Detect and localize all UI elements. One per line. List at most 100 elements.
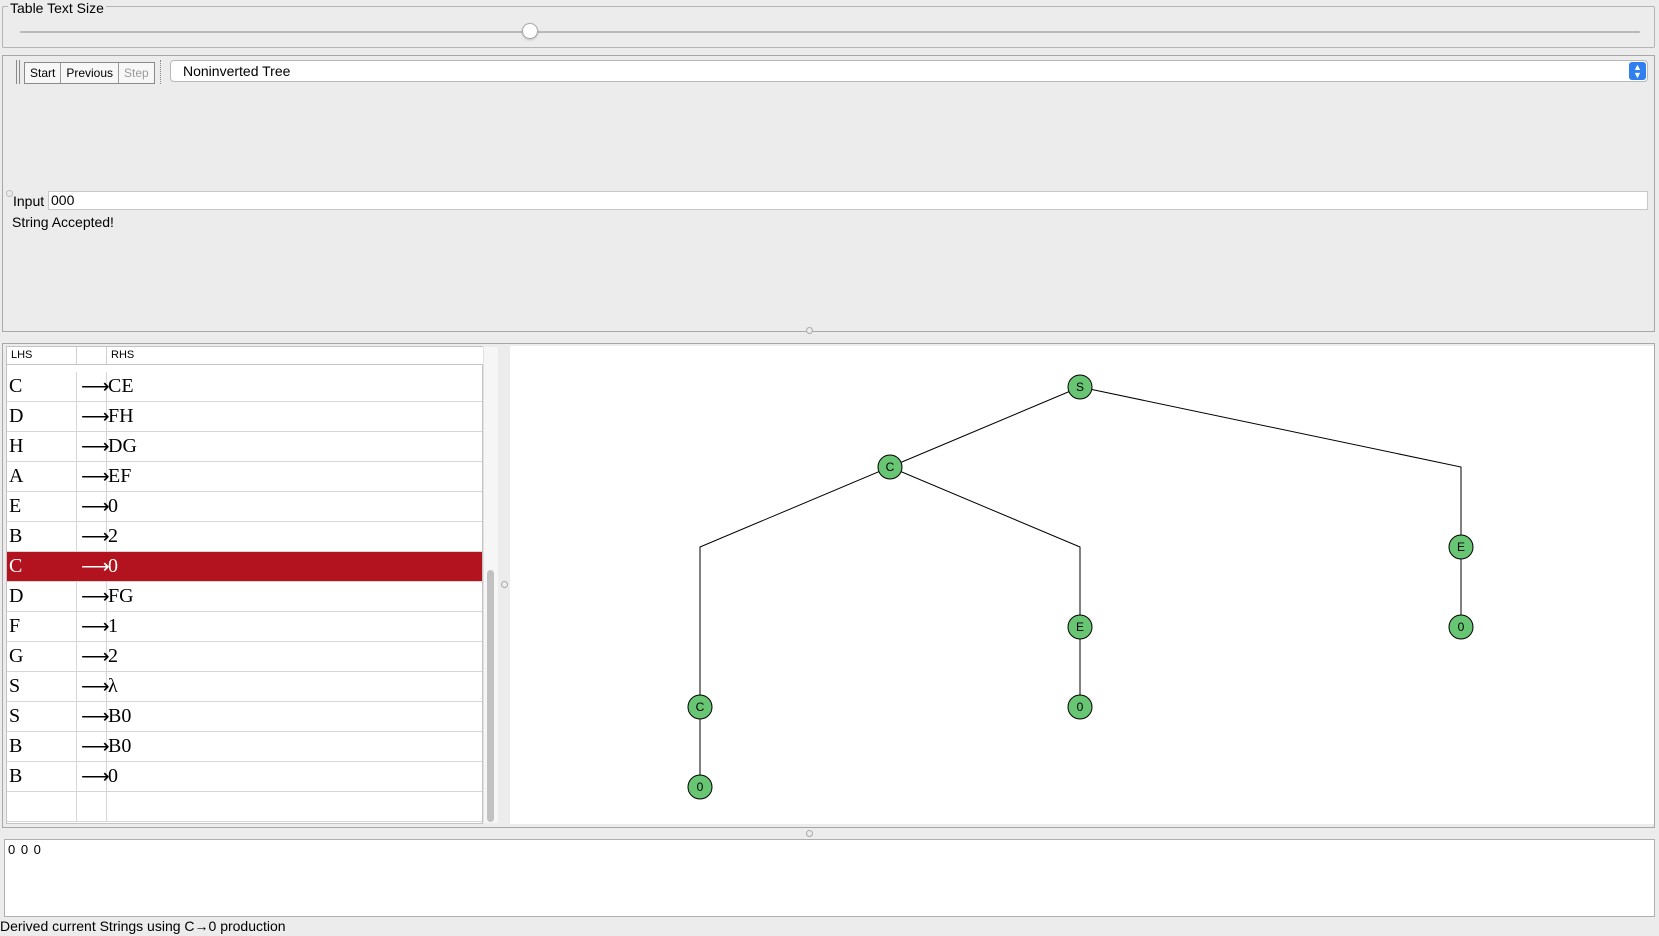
table-row[interactable] [7, 792, 482, 822]
arrow-icon: ⟶ [81, 766, 110, 788]
tree-edge [889, 466, 1081, 627]
start-button[interactable]: Start [25, 63, 62, 83]
arrow-icon: ⟶ [81, 376, 110, 398]
status-message: String Accepted! [12, 214, 114, 230]
cell-rhs[interactable]: 0 [108, 555, 118, 578]
input-label: Input [13, 193, 45, 209]
table-row[interactable]: H ⟶ DG [7, 432, 482, 462]
column-header-arrow[interactable] [77, 347, 107, 364]
cell-lhs[interactable]: D [9, 585, 23, 608]
cell-lhs[interactable]: S [9, 705, 20, 728]
derived-string: 0 0 0 [8, 842, 42, 857]
cell-rhs[interactable]: CE [108, 375, 134, 398]
derived-string-area: 0 0 0 [4, 839, 1655, 917]
arrow-icon: ⟶ [81, 466, 110, 488]
table-text-size-group [2, 6, 1655, 48]
arrow-icon: ⟶ [81, 586, 110, 608]
tree-edge [1079, 386, 1462, 547]
cell-lhs[interactable]: C [9, 555, 22, 578]
tree-node[interactable]: 0 [1067, 694, 1093, 720]
cell-rhs[interactable]: 2 [108, 645, 118, 668]
table-row[interactable]: F ⟶ 1 [7, 612, 482, 642]
cell-lhs[interactable]: C [9, 375, 22, 398]
tree-node[interactable]: S [1067, 374, 1093, 400]
tree-node-label: C [886, 460, 895, 474]
cell-lhs[interactable]: A [9, 465, 23, 488]
cell-rhs[interactable]: 2 [108, 525, 118, 548]
tree-node[interactable]: 0 [1448, 614, 1474, 640]
slider-track[interactable] [20, 31, 1640, 33]
tree-node[interactable]: C [687, 694, 713, 720]
table-row[interactable]: S ⟶ λ [7, 672, 482, 702]
tree-node[interactable]: 0 [687, 774, 713, 800]
tree-edge [699, 466, 891, 707]
cell-lhs[interactable]: G [9, 645, 23, 668]
input-field[interactable]: 000 [48, 191, 1648, 210]
previous-button[interactable]: Previous [61, 63, 120, 83]
vertical-split-handle[interactable] [501, 581, 508, 588]
arrow-icon: ⟶ [81, 676, 110, 698]
tree-node[interactable]: C [877, 454, 903, 480]
toolbar-grip[interactable] [16, 60, 20, 84]
step-button[interactable]: Step [119, 63, 154, 83]
cell-lhs[interactable]: B [9, 765, 22, 788]
table-row[interactable]: D ⟶ FH [7, 402, 482, 432]
arrow-icon: ⟶ [81, 736, 110, 758]
cell-rhs[interactable]: B0 [108, 705, 131, 728]
cell-rhs[interactable]: EF [108, 465, 131, 488]
chevron-updown-icon: ▲ ▼ [1629, 62, 1646, 80]
arrow-icon: ⟶ [81, 706, 110, 728]
tree-node[interactable]: E [1448, 534, 1474, 560]
table-row[interactable]: B ⟶ 0 [7, 762, 482, 792]
tree-node-label: 0 [1077, 700, 1084, 714]
table-row[interactable]: E ⟶ 0 [7, 492, 482, 522]
parse-tree-view: S C E E 0 0 C 0 [510, 346, 1654, 824]
split-divider-handle[interactable] [806, 327, 813, 334]
arrow-icon: ⟶ [81, 496, 110, 518]
cell-lhs[interactable]: B [9, 735, 22, 758]
column-header-rhs[interactable]: RHS [107, 347, 482, 364]
tree-node-label: E [1076, 620, 1084, 634]
column-header-lhs[interactable]: LHS [7, 347, 77, 364]
table-row[interactable]: S ⟶ B0 [7, 702, 482, 732]
tree-node-label: E [1457, 540, 1465, 554]
table-text-size-label: Table Text Size [8, 0, 106, 16]
tree-node-label: C [696, 700, 705, 714]
cell-rhs[interactable]: DG [108, 435, 137, 458]
table-row[interactable]: B ⟶ B0 [7, 732, 482, 762]
arrow-icon: ⟶ [81, 436, 110, 458]
table-row[interactable]: D ⟶ FG [7, 582, 482, 612]
table-row[interactable]: B ⟶ 2 [7, 522, 482, 552]
cell-rhs[interactable]: 0 [108, 495, 118, 518]
tree-edge [889, 386, 1081, 468]
cell-rhs[interactable]: B0 [108, 735, 131, 758]
arrow-icon: ⟶ [81, 646, 110, 668]
cell-rhs[interactable]: λ [108, 675, 118, 698]
split-divider-handle-lower[interactable] [806, 830, 813, 837]
cell-lhs[interactable]: D [9, 405, 23, 428]
table-header: LHS RHS [7, 347, 483, 365]
view-mode-select[interactable]: Noninverted Tree ▲ ▼ [170, 60, 1648, 82]
toolbar-grip-separator [160, 60, 161, 84]
table-row[interactable]: G ⟶ 2 [7, 642, 482, 672]
cell-lhs[interactable]: F [9, 615, 20, 638]
cell-rhs[interactable]: 1 [108, 615, 118, 638]
table-row[interactable]: A ⟶ EF [7, 462, 482, 492]
table-row[interactable]: C ⟶ 0 [7, 552, 482, 582]
table-row[interactable]: C ⟶ CE [7, 372, 482, 402]
resize-handle-icon[interactable] [6, 190, 13, 197]
tree-node-label: 0 [697, 780, 704, 794]
tree-node[interactable]: E [1067, 614, 1093, 640]
cell-lhs[interactable]: E [9, 495, 21, 518]
cell-rhs[interactable]: FH [108, 405, 134, 428]
arrow-icon: ⟶ [81, 616, 110, 638]
cell-lhs[interactable]: S [9, 675, 20, 698]
table-scrollbar-thumb[interactable] [487, 570, 494, 822]
cell-rhs[interactable]: FG [108, 585, 134, 608]
cell-rhs[interactable]: 0 [108, 765, 118, 788]
tree-node-label: S [1076, 380, 1084, 394]
table-body: C ⟶ CE D ⟶ FH H ⟶ DG A ⟶ EF E ⟶ 0 B ⟶ 2 C ⟶ 0 D ⟶ FG F ⟶ 1 G ⟶ 2 S ⟶ λ S ⟶… [7, 372, 482, 822]
view-mode-selected: Noninverted Tree [183, 63, 291, 79]
cell-lhs[interactable]: H [9, 435, 23, 458]
cell-lhs[interactable]: B [9, 525, 22, 548]
